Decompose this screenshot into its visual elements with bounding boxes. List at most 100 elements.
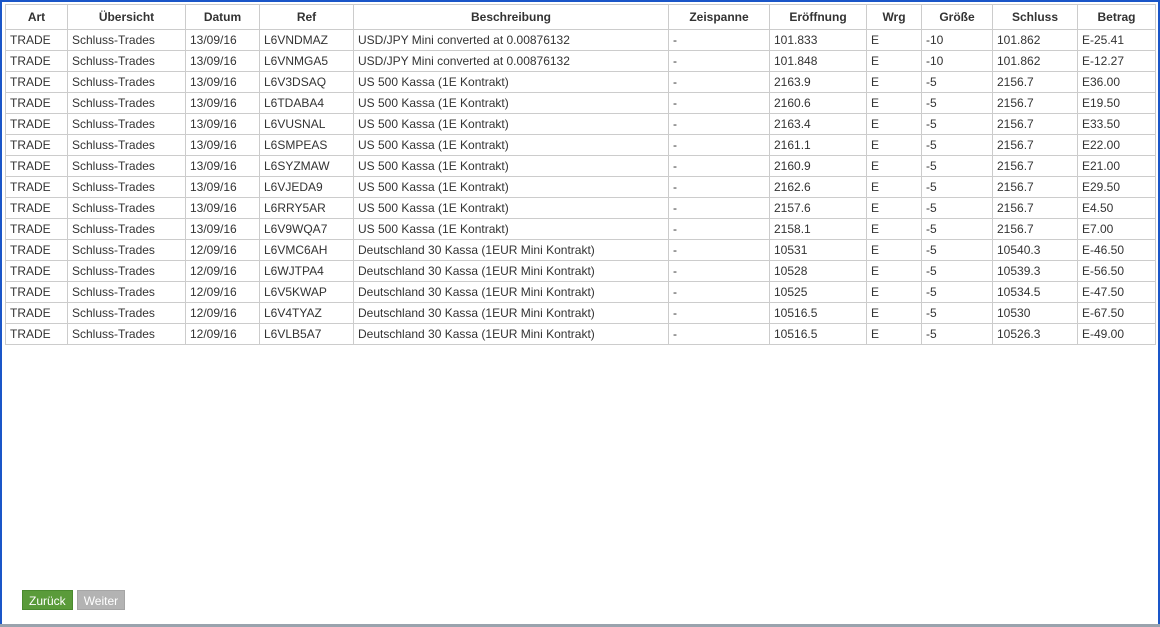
table-row[interactable]: TRADE Schluss-Trades 13/09/16 L6VUSNAL US 50… xyxy=(5,113,1156,135)
cell-betrag: E7.00 xyxy=(1077,218,1156,240)
cell-betrag: E-47.50 xyxy=(1077,281,1156,303)
cell-art: TRADE xyxy=(5,134,68,156)
cell-groesse: -5 xyxy=(921,134,993,156)
column-header-betrag[interactable]: Betrag xyxy=(1077,4,1156,30)
cell-beschreibung: USD/JPY Mini converted at 0.00876132 xyxy=(353,50,669,72)
cell-datum: 12/09/16 xyxy=(185,323,260,345)
cell-beschreibung: Deutschland 30 Kassa (1EUR Mini Kontrakt… xyxy=(353,260,669,282)
cell-schluss: 2156.7 xyxy=(992,134,1078,156)
column-header-zeispanne[interactable]: Zeispanne xyxy=(668,4,770,30)
cell-zeispanne: - xyxy=(668,323,770,345)
cell-wrg: E xyxy=(866,134,922,156)
cell-datum: 13/09/16 xyxy=(185,92,260,114)
cell-schluss: 2156.7 xyxy=(992,71,1078,93)
table-row[interactable]: TRADE Schluss-Trades 12/09/16 L6V4TYAZ Deuts… xyxy=(5,302,1156,324)
cell-eroeffnung: 10525 xyxy=(769,281,867,303)
table-row[interactable]: TRADE Schluss-Trades 13/09/16 L6V9WQA7 US 50… xyxy=(5,218,1156,240)
cell-schluss: 2156.7 xyxy=(992,113,1078,135)
cell-eroeffnung: 2163.9 xyxy=(769,71,867,93)
cell-beschreibung: US 500 Kassa (1E Kontrakt) xyxy=(353,134,669,156)
column-header-beschreibung[interactable]: Beschreibung xyxy=(353,4,669,30)
cell-art: TRADE xyxy=(5,50,68,72)
cell-schluss: 101.862 xyxy=(992,50,1078,72)
cell-uebersicht: Schluss-Trades xyxy=(67,29,186,51)
column-header-eroeffnung[interactable]: Eröffnung xyxy=(769,4,867,30)
cell-beschreibung: Deutschland 30 Kassa (1EUR Mini Kontrakt… xyxy=(353,281,669,303)
cell-betrag: E-67.50 xyxy=(1077,302,1156,324)
table-row[interactable]: TRADE Schluss-Trades 12/09/16 L6VLB5A7 Deuts… xyxy=(5,323,1156,345)
cell-ref: L6VLB5A7 xyxy=(259,323,354,345)
cell-betrag: E4.50 xyxy=(1077,197,1156,219)
cell-uebersicht: Schluss-Trades xyxy=(67,302,186,324)
cell-datum: 13/09/16 xyxy=(185,155,260,177)
cell-datum: 13/09/16 xyxy=(185,29,260,51)
cell-groesse: -5 xyxy=(921,239,993,261)
column-header-datum[interactable]: Datum xyxy=(185,4,260,30)
cell-uebersicht: Schluss-Trades xyxy=(67,260,186,282)
table-row[interactable]: TRADE Schluss-Trades 13/09/16 L6V3DSAQ US 50… xyxy=(5,71,1156,93)
table-row[interactable]: TRADE Schluss-Trades 12/09/16 L6WJTPA4 Deuts… xyxy=(5,260,1156,282)
cell-groesse: -5 xyxy=(921,92,993,114)
cell-wrg: E xyxy=(866,50,922,72)
cell-wrg: E xyxy=(866,113,922,135)
cell-zeispanne: - xyxy=(668,134,770,156)
table-row[interactable]: TRADE Schluss-Trades 13/09/16 L6VJEDA9 US 50… xyxy=(5,176,1156,198)
cell-datum: 13/09/16 xyxy=(185,71,260,93)
cell-groesse: -5 xyxy=(921,218,993,240)
cell-ref: L6V4TYAZ xyxy=(259,302,354,324)
cell-art: TRADE xyxy=(5,302,68,324)
cell-betrag: E19.50 xyxy=(1077,92,1156,114)
pagination: Zurück Weiter xyxy=(22,590,126,610)
table-row[interactable]: TRADE Schluss-Trades 13/09/16 L6RRY5AR US 50… xyxy=(5,197,1156,219)
column-header-art[interactable]: Art xyxy=(5,4,68,30)
cell-ref: L6RRY5AR xyxy=(259,197,354,219)
cell-datum: 13/09/16 xyxy=(185,176,260,198)
table-row[interactable]: TRADE Schluss-Trades 12/09/16 L6VMC6AH Deuts… xyxy=(5,239,1156,261)
cell-betrag: E-12.27 xyxy=(1077,50,1156,72)
cell-betrag: E21.00 xyxy=(1077,155,1156,177)
cell-betrag: E33.50 xyxy=(1077,113,1156,135)
table-row[interactable]: TRADE Schluss-Trades 13/09/16 L6TDABA4 US 50… xyxy=(5,92,1156,114)
cell-zeispanne: - xyxy=(668,281,770,303)
cell-datum: 13/09/16 xyxy=(185,134,260,156)
cell-ref: L6VNDMAZ xyxy=(259,29,354,51)
cell-ref: L6TDABA4 xyxy=(259,92,354,114)
cell-schluss: 2156.7 xyxy=(992,218,1078,240)
column-header-ref[interactable]: Ref xyxy=(259,4,354,30)
column-header-uebersicht[interactable]: Übersicht xyxy=(67,4,186,30)
table-row[interactable]: TRADE Schluss-Trades 12/09/16 L6V5KWAP Deuts… xyxy=(5,281,1156,303)
cell-uebersicht: Schluss-Trades xyxy=(67,281,186,303)
column-header-wrg[interactable]: Wrg xyxy=(866,4,922,30)
trades-table: Art Übersicht Datum Ref Beschreibung Zei… xyxy=(5,4,1156,345)
cell-zeispanne: - xyxy=(668,218,770,240)
cell-betrag: E-46.50 xyxy=(1077,239,1156,261)
cell-uebersicht: Schluss-Trades xyxy=(67,239,186,261)
table-row[interactable]: TRADE Schluss-Trades 13/09/16 L6VNDMAZ USD/J… xyxy=(5,29,1156,51)
cell-zeispanne: - xyxy=(668,239,770,261)
cell-groesse: -5 xyxy=(921,113,993,135)
cell-beschreibung: Deutschland 30 Kassa (1EUR Mini Kontrakt… xyxy=(353,323,669,345)
cell-wrg: E xyxy=(866,92,922,114)
column-header-groesse[interactable]: Größe xyxy=(921,4,993,30)
column-header-schluss[interactable]: Schluss xyxy=(992,4,1078,30)
table-row[interactable]: TRADE Schluss-Trades 13/09/16 L6VNMGA5 USD/J… xyxy=(5,50,1156,72)
cell-schluss: 10539.3 xyxy=(992,260,1078,282)
cell-datum: 12/09/16 xyxy=(185,302,260,324)
table-row[interactable]: TRADE Schluss-Trades 13/09/16 L6SMPEAS US 50… xyxy=(5,134,1156,156)
cell-eroeffnung: 2160.9 xyxy=(769,155,867,177)
table-row[interactable]: TRADE Schluss-Trades 13/09/16 L6SYZMAW US 50… xyxy=(5,155,1156,177)
cell-schluss: 2156.7 xyxy=(992,92,1078,114)
cell-schluss: 2156.7 xyxy=(992,155,1078,177)
cell-zeispanne: - xyxy=(668,260,770,282)
cell-wrg: E xyxy=(866,239,922,261)
cell-beschreibung: US 500 Kassa (1E Kontrakt) xyxy=(353,92,669,114)
back-button[interactable]: Zurück xyxy=(22,590,73,610)
cell-beschreibung: US 500 Kassa (1E Kontrakt) xyxy=(353,218,669,240)
next-button[interactable]: Weiter xyxy=(76,590,126,610)
cell-ref: L6VMC6AH xyxy=(259,239,354,261)
cell-art: TRADE xyxy=(5,281,68,303)
cell-art: TRADE xyxy=(5,323,68,345)
cell-wrg: E xyxy=(866,281,922,303)
cell-art: TRADE xyxy=(5,239,68,261)
cell-uebersicht: Schluss-Trades xyxy=(67,50,186,72)
